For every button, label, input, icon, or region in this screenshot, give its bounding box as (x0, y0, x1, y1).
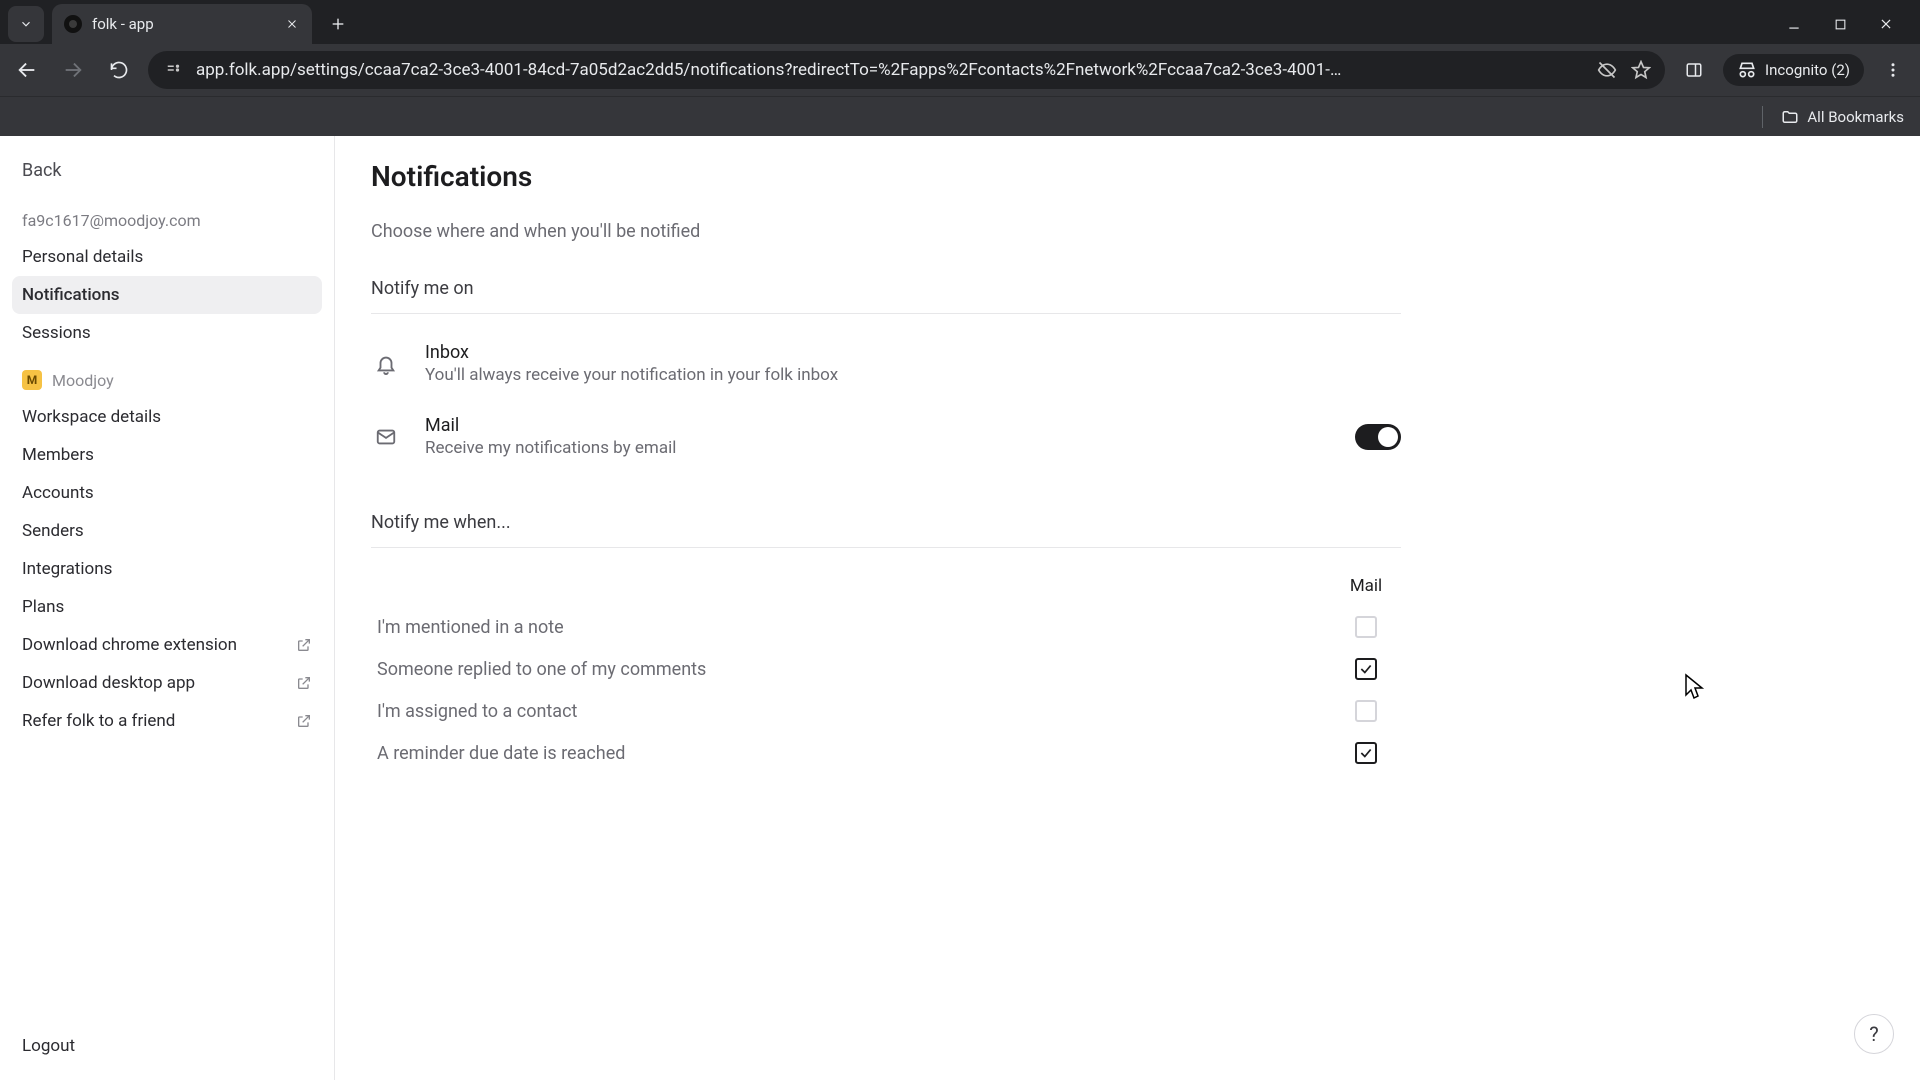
page-subtitle: Choose where and when you'll be notified (371, 221, 1401, 242)
eye-off-icon[interactable] (1597, 60, 1617, 80)
bookmarks-separator (1762, 106, 1763, 128)
page-title: Notifications (371, 160, 1884, 193)
checkbox-assigned-mail[interactable] (1355, 700, 1377, 722)
window-close-icon[interactable] (1876, 14, 1896, 34)
settings-content: Notifications Choose where and when you'… (335, 136, 1920, 1080)
section-notify-when: Notify me when... (371, 512, 1401, 533)
section-notify-on: Notify me on (371, 278, 1401, 299)
tab-title: folk - app (92, 15, 274, 33)
bell-icon (371, 353, 401, 375)
browser-menu-icon[interactable] (1876, 53, 1910, 87)
sidebar-item-workspace-details[interactable]: Workspace details (12, 398, 322, 436)
when-row-assigned: I'm assigned to a contact (371, 690, 1401, 732)
channel-mail-title: Mail (425, 415, 676, 436)
incognito-label: Incognito (2) (1765, 61, 1850, 79)
address-bar[interactable]: app.folk.app/settings/ccaa7ca2-3ce3-4001… (148, 51, 1665, 89)
checkbox-mentioned-mail[interactable] (1355, 616, 1377, 638)
settings-sidebar: Back fa9c1617@moodjoy.com Personal detai… (0, 136, 335, 1080)
nav-reload-button[interactable] (102, 53, 136, 87)
tab-search-button[interactable] (8, 6, 44, 42)
all-bookmarks-button[interactable]: All Bookmarks (1781, 108, 1904, 126)
sidebar-item-notifications[interactable]: Notifications (12, 276, 322, 314)
incognito-badge[interactable]: Incognito (2) (1723, 54, 1864, 86)
sidebar-item-senders[interactable]: Senders (12, 512, 322, 550)
site-info-icon[interactable] (162, 59, 184, 81)
help-button[interactable]: ? (1854, 1014, 1894, 1054)
checkbox-reminder-mail[interactable] (1355, 742, 1377, 764)
tab-close-icon[interactable] (284, 16, 300, 32)
bookmark-star-icon[interactable] (1631, 60, 1651, 80)
side-panel-icon[interactable] (1677, 53, 1711, 87)
browser-tab[interactable]: folk - app (52, 4, 312, 44)
logout-link[interactable]: Logout (12, 1026, 322, 1066)
checkbox-replied-mail[interactable] (1355, 658, 1377, 680)
all-bookmarks-label: All Bookmarks (1807, 108, 1904, 126)
channel-inbox-row: Inbox You'll always receive your notific… (371, 332, 1401, 405)
sidebar-item-sessions[interactable]: Sessions (12, 314, 322, 352)
external-link-icon (296, 713, 312, 729)
new-tab-button[interactable] (322, 8, 354, 40)
when-column-mail: Mail (1337, 576, 1395, 596)
channel-mail-desc: Receive my notifications by email (425, 438, 676, 458)
sidebar-item-integrations[interactable]: Integrations (12, 550, 322, 588)
when-row-mentioned: I'm mentioned in a note (371, 606, 1401, 648)
tab-favicon (64, 15, 82, 33)
sidebar-item-plans[interactable]: Plans (12, 588, 322, 626)
external-link-icon (296, 637, 312, 653)
when-row-replied: Someone replied to one of my comments (371, 648, 1401, 690)
channel-mail-row: Mail Receive my notifications by email (371, 405, 1401, 478)
nav-back-button[interactable] (10, 53, 44, 87)
when-row-reminder: A reminder due date is reached (371, 732, 1401, 774)
channel-inbox-desc: You'll always receive your notification … (425, 365, 838, 385)
sidebar-item-personal-details[interactable]: Personal details (12, 238, 322, 276)
sidebar-item-members[interactable]: Members (12, 436, 322, 474)
section-divider (371, 547, 1401, 548)
mail-toggle[interactable] (1355, 424, 1401, 450)
window-maximize-icon[interactable] (1830, 14, 1850, 34)
workspace-name: Moodjoy (52, 371, 114, 390)
window-minimize-icon[interactable] (1784, 14, 1804, 34)
cursor-icon (1683, 673, 1707, 701)
sidebar-item-desktop-app[interactable]: Download desktop app (12, 664, 322, 702)
section-divider (371, 313, 1401, 314)
nav-forward-button[interactable] (56, 53, 90, 87)
external-link-icon (296, 675, 312, 691)
workspace-label[interactable]: M Moodjoy (12, 352, 322, 398)
workspace-avatar: M (22, 370, 42, 390)
sidebar-item-refer-friend[interactable]: Refer folk to a friend (12, 702, 322, 740)
mail-icon (371, 426, 401, 448)
sidebar-item-accounts[interactable]: Accounts (12, 474, 322, 512)
url-text: app.folk.app/settings/ccaa7ca2-3ce3-4001… (196, 60, 1585, 80)
back-link[interactable]: Back (12, 150, 322, 203)
account-email-label: fa9c1617@moodjoy.com (12, 203, 322, 238)
channel-inbox-title: Inbox (425, 342, 838, 363)
sidebar-item-chrome-extension[interactable]: Download chrome extension (12, 626, 322, 664)
